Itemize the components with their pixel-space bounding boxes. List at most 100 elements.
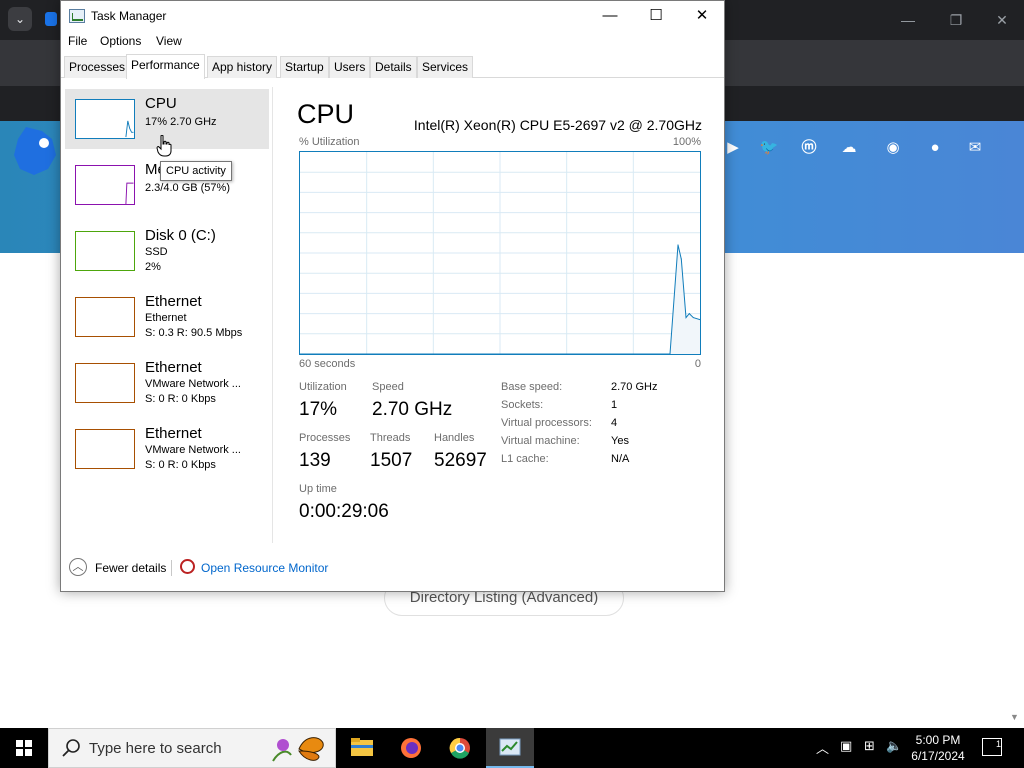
- twitter-icon[interactable]: 🐦: [758, 137, 780, 159]
- menu-options[interactable]: Options: [100, 34, 141, 48]
- resource-monitor-icon[interactable]: [180, 559, 195, 574]
- task-manager-app-icon: [69, 9, 85, 23]
- uptime-label: Up time: [299, 483, 337, 495]
- hand-cursor-icon: [156, 135, 172, 157]
- resource-detail: VMware Network ...: [145, 378, 241, 390]
- firefox-icon: [401, 738, 421, 758]
- tab-search-button[interactable]: ⌄: [8, 7, 32, 31]
- taskbar-search-box[interactable]: Type here to search: [48, 728, 336, 768]
- cloud-icon[interactable]: ☁: [838, 137, 860, 159]
- window-title: Task Manager: [91, 9, 167, 23]
- footer-divider: [171, 560, 172, 576]
- fewer-details-button[interactable]: Fewer details: [95, 561, 166, 575]
- system-clock[interactable]: 5:00 PM 6/17/2024: [906, 732, 970, 764]
- scroll-down-arrow-icon[interactable]: ▼: [1010, 712, 1019, 722]
- cpu-usage-point: [699, 319, 700, 321]
- cpu-heading: CPU: [297, 99, 355, 129]
- ethernet-tray-icon[interactable]: ⊞: [864, 738, 875, 754]
- cpu-usage-point: [688, 313, 690, 315]
- title-bar[interactable]: Task Manager — ☐ ✕: [61, 1, 724, 31]
- cpu-usage-point: [677, 244, 679, 246]
- virtual-machine-value: Yes: [611, 435, 629, 447]
- ethernet-thumbnail-graph: [75, 363, 135, 403]
- uptime-value: 0:00:29:06: [299, 501, 389, 522]
- tab-app-history[interactable]: App history: [207, 56, 278, 78]
- task-manager-window: Task Manager — ☐ ✕ File Options View Pro…: [60, 0, 725, 592]
- tab-processes[interactable]: Processes: [64, 56, 131, 78]
- cpu-usage-point: [692, 317, 694, 319]
- tab-users[interactable]: Users: [329, 56, 371, 78]
- cpu-usage-point: [666, 353, 668, 354]
- resource-name: Ethernet: [145, 425, 202, 442]
- resource-detail: 2%: [145, 261, 161, 273]
- cpu-usage-point: [669, 353, 671, 354]
- threads-label: Threads: [370, 432, 411, 444]
- handles-label: Handles: [434, 432, 475, 444]
- start-button[interactable]: [0, 728, 48, 768]
- search-icon: [62, 739, 80, 757]
- tab-services[interactable]: Services: [417, 56, 474, 78]
- resource-name: CPU: [145, 95, 177, 112]
- site-logo-icon[interactable]: [12, 125, 60, 177]
- cpu-usage-point: [680, 258, 682, 260]
- resource-item-disk[interactable]: Disk 0 (C:) SSD 2%: [65, 221, 269, 281]
- browser-close-button[interactable]: ✕: [984, 8, 1020, 32]
- menu-file[interactable]: File: [68, 34, 87, 48]
- maximize-button[interactable]: ☐: [633, 1, 679, 31]
- speed-value: 2.70 GHz: [372, 399, 453, 420]
- ethernet-thumbnail-graph: [75, 297, 135, 337]
- tab-performance[interactable]: Performance: [126, 54, 205, 79]
- virtual-machine-label: Virtual machine:: [501, 435, 580, 447]
- youtube-icon[interactable]: ▶: [722, 137, 744, 159]
- menu-view[interactable]: View: [156, 34, 182, 48]
- resource-detail: S: 0.3 R: 90.5 Mbps: [145, 327, 243, 339]
- email-icon[interactable]: ✉: [964, 137, 986, 159]
- graph-x-label: 60 seconds: [299, 358, 356, 370]
- cpu-activity-tooltip: CPU activity: [160, 161, 232, 181]
- resource-detail: 17% 2.70 GHz: [145, 116, 217, 128]
- resource-name: Disk 0 (C:): [145, 227, 216, 244]
- speed-label: Speed: [372, 381, 404, 393]
- tab-startup[interactable]: Startup: [280, 56, 329, 78]
- resource-detail: S: 0 R: 0 Kbps: [145, 393, 216, 405]
- graph-y-label: % Utilization: [299, 136, 360, 148]
- browser-restore-button[interactable]: ❐: [938, 8, 974, 32]
- network-tray-icon[interactable]: ▣: [840, 738, 852, 754]
- file-explorer-taskbar-button[interactable]: [338, 728, 386, 768]
- ethernet-thumbnail-graph: [75, 429, 135, 469]
- mastodon-icon[interactable]: ⓜ: [798, 137, 820, 159]
- resource-item-ethernet[interactable]: Ethernet Ethernet S: 0.3 R: 90.5 Mbps: [65, 287, 269, 347]
- sockets-value: 1: [611, 399, 618, 411]
- firefox-taskbar-button[interactable]: [387, 728, 435, 768]
- resource-detail: SSD: [145, 246, 168, 258]
- tab-details[interactable]: Details: [370, 56, 417, 78]
- discord-icon[interactable]: ◉: [882, 137, 904, 159]
- sockets-label: Sockets:: [501, 399, 544, 411]
- resource-name: Ethernet: [145, 359, 202, 376]
- resource-name: Ethernet: [145, 293, 202, 310]
- search-placeholder: Type here to search: [89, 740, 222, 757]
- tab-favicon[interactable]: [45, 12, 57, 26]
- base-speed-label: Base speed:: [501, 381, 563, 393]
- resource-item-ethernet-vmware-2[interactable]: Ethernet VMware Network ... S: 0 R: 0 Kb…: [65, 419, 269, 479]
- clock-date: 6/17/2024: [911, 749, 965, 763]
- show-hidden-icons-chevron-icon[interactable]: ︿: [816, 738, 829, 757]
- task-manager-taskbar-button[interactable]: [486, 728, 534, 768]
- close-button[interactable]: ✕: [679, 1, 725, 31]
- resource-detail: VMware Network ...: [145, 444, 241, 456]
- chrome-taskbar-button[interactable]: [436, 728, 484, 768]
- chrome-icon: [449, 737, 470, 759]
- github-icon[interactable]: ●: [924, 137, 946, 159]
- cpu-utilization-graph[interactable]: [299, 151, 701, 355]
- l1-cache-value: N/A: [611, 453, 630, 465]
- notification-center-icon[interactable]: 1: [982, 738, 1002, 756]
- open-resource-monitor-link[interactable]: Open Resource Monitor: [201, 561, 328, 575]
- chevron-up-icon[interactable]: ︿: [69, 558, 87, 576]
- virtual-processors-label: Virtual processors:: [501, 417, 592, 429]
- browser-minimize-button[interactable]: —: [890, 8, 926, 32]
- utilization-label: Utilization: [299, 381, 347, 393]
- minimize-button[interactable]: —: [587, 1, 633, 31]
- taskbar: Type here to search ︿ ▣ ⊞ 🔈 5:00 PM 6/17…: [0, 728, 1024, 768]
- volume-muted-icon[interactable]: 🔈: [886, 738, 902, 754]
- resource-item-ethernet-vmware-1[interactable]: Ethernet VMware Network ... S: 0 R: 0 Kb…: [65, 353, 269, 413]
